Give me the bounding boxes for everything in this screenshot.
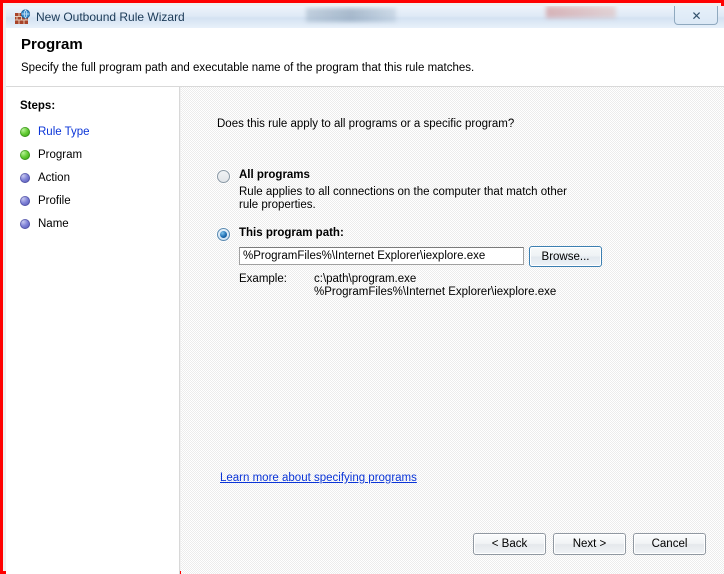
firewall-globe-icon xyxy=(15,9,31,24)
question-text: Does this rule apply to all programs or … xyxy=(217,118,515,130)
page-title: Program xyxy=(21,36,83,53)
page-subtitle: Specify the full program path and execut… xyxy=(21,62,475,74)
example-values: c:\path\program.exe %ProgramFiles%\Inter… xyxy=(314,273,557,298)
sidebar-item-label: Rule Type xyxy=(38,126,90,138)
learn-more-link[interactable]: Learn more about specifying programs xyxy=(220,472,417,484)
sidebar-item-program[interactable]: Program xyxy=(20,146,170,164)
step-bullet-icon xyxy=(20,127,30,137)
sidebar-item-label: Name xyxy=(38,218,69,230)
example-label: Example: xyxy=(239,273,287,285)
dialog-footer: < Back Next > Cancel xyxy=(6,524,724,568)
title-bar: New Outbound Rule Wizard ✕ xyxy=(6,6,724,29)
title-bar-blurred-region xyxy=(306,8,396,22)
radio-all-programs-indicator[interactable] xyxy=(217,170,230,183)
close-icon: ✕ xyxy=(691,9,701,23)
browse-button[interactable]: Browse... xyxy=(529,246,602,267)
radio-all-programs-label: All programs xyxy=(239,169,310,181)
title-bar-blurred-region-2 xyxy=(546,6,616,18)
next-button[interactable]: Next > xyxy=(553,533,626,555)
window-title: New Outbound Rule Wizard xyxy=(36,10,185,24)
radio-program-path-label: This program path: xyxy=(239,227,344,239)
cancel-button[interactable]: Cancel xyxy=(633,533,706,555)
program-path-input[interactable] xyxy=(239,247,524,265)
page-header: Program Specify the full program path an… xyxy=(6,28,724,87)
step-bullet-icon xyxy=(20,196,30,206)
sidebar-item-label: Profile xyxy=(38,195,71,207)
content-pane: Does this rule apply to all programs or … xyxy=(181,87,724,574)
steps-heading: Steps: xyxy=(20,100,56,112)
radio-program-path-indicator[interactable] xyxy=(217,228,230,241)
step-bullet-icon xyxy=(20,173,30,183)
sidebar-item-action[interactable]: Action xyxy=(20,169,170,187)
back-button[interactable]: < Back xyxy=(473,533,546,555)
steps-sidebar: Steps: Rule Type Program Action Profile … xyxy=(6,87,180,574)
radio-all-programs-description: Rule applies to all connections on the c… xyxy=(239,186,567,211)
application-window: New Outbound Rule Wizard ✕ Program Speci… xyxy=(0,0,724,574)
close-button[interactable]: ✕ xyxy=(674,6,718,25)
radio-option-program-path[interactable]: This program path: Browse... Example: c:… xyxy=(217,227,637,307)
sidebar-item-label: Program xyxy=(38,149,83,161)
step-bullet-icon xyxy=(20,219,30,229)
radio-option-all-programs[interactable]: All programs Rule applies to all connect… xyxy=(217,169,617,213)
sidebar-item-profile[interactable]: Profile xyxy=(20,192,170,210)
sidebar-item-label: Action xyxy=(38,172,70,184)
step-bullet-icon xyxy=(20,150,30,160)
sidebar-item-rule-type[interactable]: Rule Type xyxy=(20,123,170,141)
sidebar-item-name[interactable]: Name xyxy=(20,215,170,233)
